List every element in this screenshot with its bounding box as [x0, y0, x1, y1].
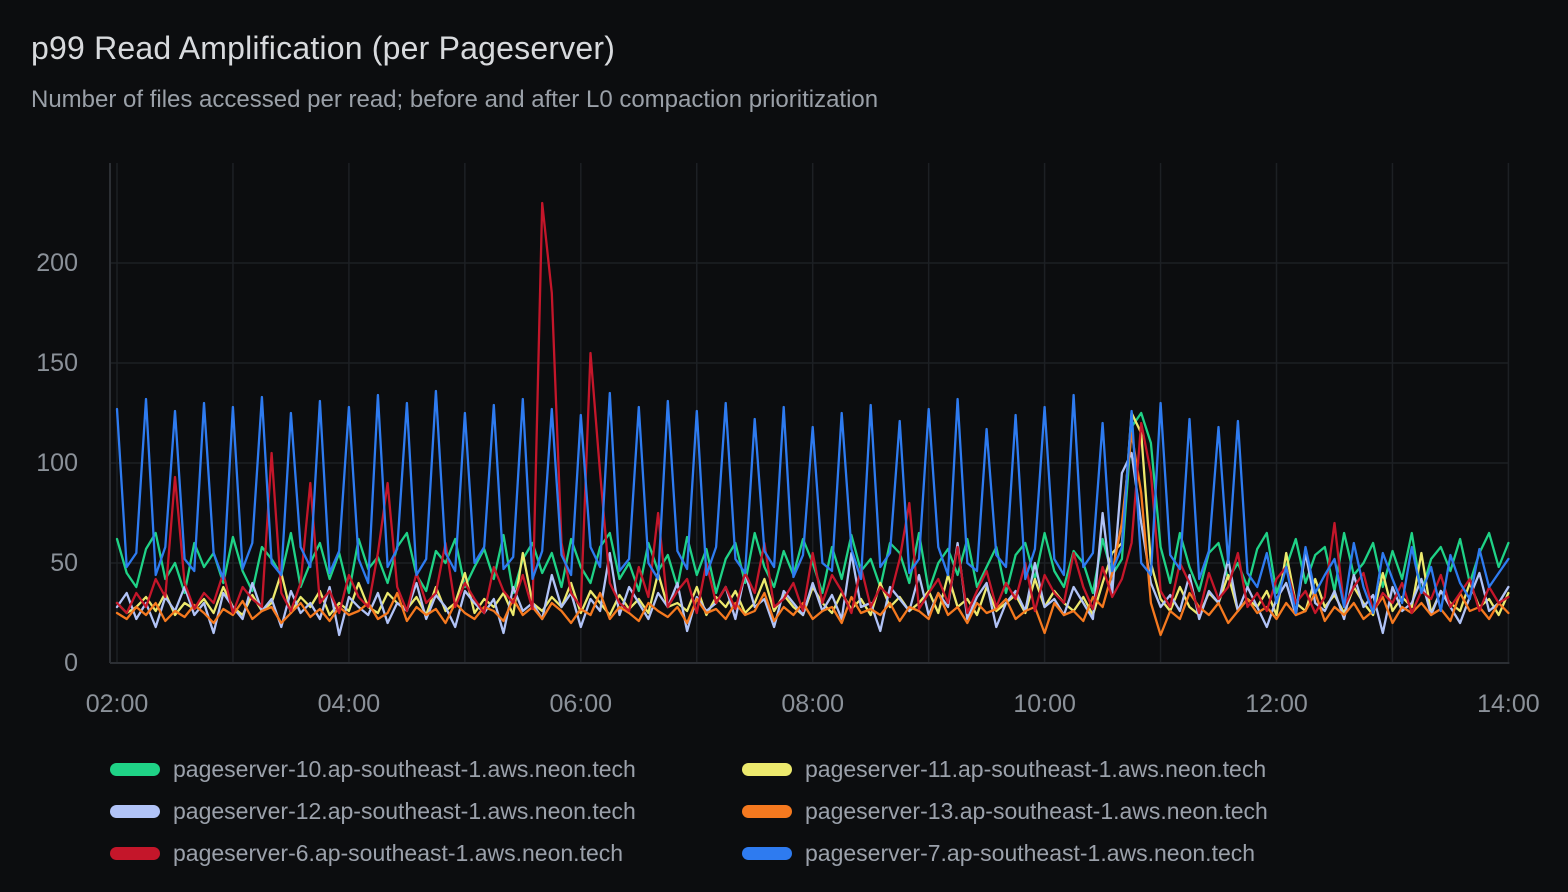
series-color-swatch: [742, 763, 792, 776]
series-color-swatch: [742, 805, 792, 818]
chart: 0 50 100 150 200 02:00 04:00 06:00 08:00 10:00 12:…: [0, 150, 1568, 735]
chart-plot-area[interactable]: [110, 163, 1508, 663]
y-tick-label: 0: [64, 649, 78, 677]
y-tick-label: 150: [36, 349, 78, 377]
legend-item-pageserver-11[interactable]: pageserver-11.ap-southeast-1.aws.neon.te…: [742, 756, 1268, 783]
legend-item-pageserver-6[interactable]: pageserver-6.ap-southeast-1.aws.neon.tec…: [110, 840, 742, 867]
x-tick-label: 06:00: [550, 690, 613, 718]
legend-item-pageserver-10[interactable]: pageserver-10.ap-southeast-1.aws.neon.te…: [110, 756, 742, 783]
legend: pageserver-10.ap-southeast-1.aws.neon.te…: [110, 748, 1268, 874]
legend-item-label: pageserver-10.ap-southeast-1.aws.neon.te…: [173, 756, 636, 783]
x-tick-label: 12:00: [1245, 690, 1308, 718]
x-tick-label: 10:00: [1013, 690, 1076, 718]
legend-item-label: pageserver-12.ap-southeast-1.aws.neon.te…: [173, 798, 636, 825]
legend-item-label: pageserver-11.ap-southeast-1.aws.neon.te…: [805, 756, 1266, 783]
legend-item-pageserver-7[interactable]: pageserver-7.ap-southeast-1.aws.neon.tec…: [742, 840, 1268, 867]
x-tick-label: 08:00: [781, 690, 844, 718]
legend-item-label: pageserver-13.ap-southeast-1.aws.neon.te…: [805, 798, 1268, 825]
y-tick-label: 50: [50, 549, 78, 577]
y-tick-label: 200: [36, 249, 78, 277]
panel-title: p99 Read Amplification (per Pageserver): [31, 30, 615, 67]
legend-item-pageserver-13[interactable]: pageserver-13.ap-southeast-1.aws.neon.te…: [742, 798, 1268, 825]
series-color-swatch: [110, 847, 160, 860]
x-tick-label: 02:00: [86, 690, 149, 718]
x-tick-label: 14:00: [1477, 690, 1540, 718]
legend-item-label: pageserver-7.ap-southeast-1.aws.neon.tec…: [805, 840, 1255, 867]
chart-svg: 0 50 100 150 200 02:00 04:00 06:00 08:00 10:00 12:…: [0, 150, 1568, 735]
series-color-swatch: [110, 763, 160, 776]
series-color-swatch: [742, 847, 792, 860]
panel: p99 Read Amplification (per Pageserver) …: [0, 0, 1568, 892]
series-color-swatch: [110, 805, 160, 818]
y-tick-label: 100: [36, 449, 78, 477]
legend-item-label: pageserver-6.ap-southeast-1.aws.neon.tec…: [173, 840, 623, 867]
x-tick-label: 04:00: [318, 690, 381, 718]
panel-subtitle: Number of files accessed per read; befor…: [31, 86, 878, 114]
legend-item-pageserver-12[interactable]: pageserver-12.ap-southeast-1.aws.neon.te…: [110, 798, 742, 825]
